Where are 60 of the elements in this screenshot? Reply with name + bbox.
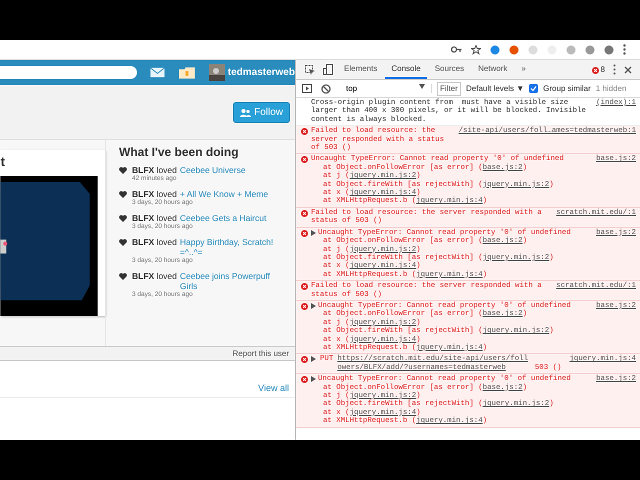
star-icon[interactable] (471, 44, 481, 54)
error-count[interactable]: 8 (600, 65, 605, 74)
sidebar-toggle-icon[interactable] (302, 84, 312, 93)
expand-arrow-icon[interactable] (311, 376, 316, 382)
devtools-tab[interactable]: Elements (338, 60, 384, 79)
more-tabs-button[interactable]: » (515, 60, 532, 79)
expand-arrow-icon[interactable] (311, 356, 316, 362)
report-link[interactable]: Report this user (232, 349, 289, 358)
menu-icon[interactable] (623, 44, 626, 55)
menu-icon[interactable] (613, 64, 616, 75)
mail-icon[interactable] (150, 67, 165, 78)
folder-icon[interactable] (178, 66, 195, 78)
activity-text: BLFX loved + All We Know + Meme (132, 189, 268, 199)
project-link[interactable]: Ceebee Universe (180, 165, 246, 175)
activity-text: BLFX loved Ceebee Gets a Haircut (132, 213, 266, 223)
error-icon (301, 156, 308, 164)
heart-icon (119, 215, 127, 222)
heart-icon (119, 239, 127, 246)
close-icon[interactable] (624, 66, 632, 74)
heart-icon (119, 273, 127, 280)
error-icon (592, 66, 599, 74)
filter-field[interactable]: Filter (437, 82, 461, 96)
project-link[interactable]: Happy Birthday, Scratch! =^..^= (180, 237, 289, 257)
view-all-link[interactable]: View all (258, 383, 289, 393)
inspect-icon[interactable] (305, 64, 315, 74)
clear-icon[interactable] (321, 84, 331, 94)
error-icon (301, 210, 308, 217)
activity-text: BLFX loved Ceebee Universe (132, 165, 246, 175)
expand-arrow-icon[interactable] (311, 230, 316, 236)
error-icon (301, 230, 308, 237)
person-icon (240, 108, 252, 116)
devtools-tab[interactable]: Network (472, 60, 514, 79)
checkbox[interactable] (529, 84, 538, 93)
levels-dropdown[interactable]: Default levels ▼ (466, 84, 524, 93)
heart-icon (119, 191, 127, 198)
heart-icon (119, 167, 127, 174)
error-icon (301, 128, 308, 136)
error-icon (301, 376, 308, 384)
hidden-count: 1 hidden (596, 84, 626, 93)
checkbox-label: Group similar (543, 84, 591, 93)
section-title: What I've been doing (119, 145, 240, 159)
card-heading: t (0, 154, 6, 171)
activity-text: BLFX loved Ceebee joins Powerpuff Girls (132, 271, 289, 291)
key-icon[interactable] (451, 46, 462, 53)
project-link[interactable]: Ceebee Gets a Haircut (180, 213, 266, 223)
project-link[interactable]: Ceebee joins Powerpuff Girls (180, 271, 289, 291)
activity-text: BLFX loved Happy Birthday, Scratch! =^..^= (132, 237, 289, 257)
search-field[interactable] (0, 66, 137, 79)
dropdown-caret-icon (419, 84, 425, 89)
context-select[interactable]: top (340, 84, 432, 93)
error-icon (301, 302, 308, 310)
devtools-tab[interactable]: Sources (428, 60, 470, 79)
avatar[interactable] (208, 64, 225, 81)
device-icon[interactable] (323, 64, 333, 75)
error-icon (301, 283, 308, 290)
devtools-tab[interactable]: Console (385, 60, 427, 79)
expand-arrow-icon[interactable] (311, 302, 316, 309)
project-link[interactable]: + All We Know + Meme (180, 189, 268, 199)
username[interactable]: tedmasterweb (228, 67, 295, 78)
error-icon (301, 356, 308, 364)
